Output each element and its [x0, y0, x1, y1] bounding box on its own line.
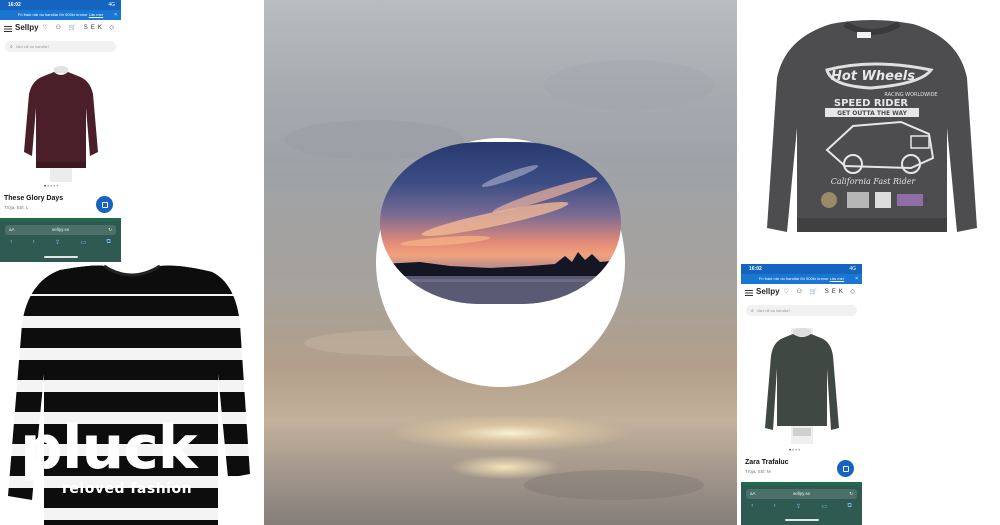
reader-icon[interactable]: aA: [9, 225, 15, 235]
banner-text: Fri frakt när du handlar för 500kr krono…: [758, 276, 829, 281]
safari-toolbar: aA sellpy.se ↻ ‹ › ⇪ ▭ ⧉: [0, 221, 121, 262]
pluck-logo-word: pluck: [20, 413, 198, 483]
address-url[interactable]: sellpy.se: [52, 227, 69, 232]
search-placeholder: Vad vill du handla?: [15, 44, 50, 49]
print-line3: GET OUTTA THE WAY: [837, 110, 907, 117]
grey-top-image[interactable]: [763, 328, 841, 444]
add-to-cart-button[interactable]: [837, 460, 854, 477]
reader-icon[interactable]: aA: [750, 489, 756, 499]
search-input[interactable]: ⌕ Vad vill du handla?: [5, 41, 116, 52]
lake-sunset-photo[interactable]: [380, 142, 621, 304]
banner-text: Fri frakt när du handlar för 500kr krono…: [17, 12, 88, 17]
shoreline-silhouette: [380, 252, 621, 304]
search-input[interactable]: ⌕ Vad vill du handla?: [746, 305, 857, 316]
banner-link[interactable]: Läs mer: [830, 276, 844, 281]
address-url[interactable]: sellpy.se: [793, 491, 810, 496]
tabs-icon[interactable]: ⧉: [106, 239, 110, 246]
menu-icon[interactable]: [4, 26, 12, 32]
sellpy-phone-screenshot-bottom-right: 16:02 4G Fri frakt när du handlar för 50…: [741, 264, 862, 525]
tabs-icon[interactable]: ⧉: [847, 503, 851, 510]
back-icon[interactable]: ‹: [751, 503, 753, 510]
forward-icon[interactable]: ›: [774, 503, 776, 510]
app-header: Sellpy ♡ ⚇ 🛒 SEK ◇: [0, 22, 121, 36]
print-brand-script: Hot Wheels: [831, 69, 915, 84]
home-indicator: [784, 519, 819, 521]
sellpy-logo[interactable]: Sellpy: [15, 23, 39, 32]
close-icon[interactable]: ×: [855, 274, 858, 284]
browser-toolbar-icons: ‹ › ⇪ ▭ ⧉: [741, 503, 862, 510]
home-indicator: [43, 256, 78, 258]
browser-toolbar-icons: ‹ › ⇪ ▭ ⧉: [0, 239, 121, 246]
close-icon[interactable]: ×: [114, 10, 117, 20]
product-title[interactable]: These Glory Days: [4, 195, 63, 202]
address-bar[interactable]: aA sellpy.se ↻: [746, 489, 857, 499]
free-shipping-banner[interactable]: Fri frakt när du handlar för 500kr krono…: [0, 10, 121, 20]
hotwheels-sweatshirt-panel: Hot Wheels RACING WORLDWIDE SPEED RIDER …: [741, 0, 1000, 262]
bookmarks-icon[interactable]: ▭: [80, 239, 86, 246]
menu-icon[interactable]: [745, 290, 753, 296]
back-icon[interactable]: ‹: [10, 239, 12, 246]
signal-icon: 4G: [849, 266, 856, 272]
address-bar[interactable]: aA sellpy.se ↻: [5, 225, 116, 235]
sellpy-logo[interactable]: Sellpy: [756, 287, 780, 296]
pluck-tagline: reloved fashion: [62, 481, 193, 497]
reload-icon[interactable]: ↻: [108, 225, 112, 235]
carousel-dots[interactable]: •••••: [44, 184, 60, 190]
header-icons[interactable]: ♡ ⚇ 🛒 SEK ◇: [783, 288, 858, 295]
share-icon[interactable]: ⇪: [55, 239, 60, 246]
print-line2: SPEED RIDER: [834, 98, 909, 109]
add-to-cart-button[interactable]: [96, 196, 113, 213]
search-icon: ⌕: [751, 308, 754, 314]
sellpy-phone-screenshot-top-left: 16:02 4G Fri frakt när du handlar för 50…: [0, 0, 121, 262]
header-icons[interactable]: ♡ ⚇ 🛒 SEK ◇: [42, 24, 117, 31]
forward-icon[interactable]: ›: [33, 239, 35, 246]
reload-icon[interactable]: ↻: [849, 489, 853, 499]
product-subtitle: Tröja, Strl: L: [4, 205, 29, 210]
search-placeholder: Vad vill du handla?: [756, 308, 791, 313]
bookmarks-icon[interactable]: ▭: [821, 503, 827, 510]
status-time: 16:02: [749, 266, 762, 272]
safari-toolbar: aA sellpy.se ↻ ‹ › ⇪ ▭ ⧉: [741, 485, 862, 525]
status-bar: 16:02 4G: [741, 264, 862, 274]
app-header: Sellpy ♡ ⚇ 🛒 SEK ◇: [741, 286, 862, 300]
status-time: 16:02: [8, 2, 21, 8]
signal-icon: 4G: [108, 2, 115, 8]
banner-link[interactable]: Läs mer: [89, 12, 103, 17]
status-bar: 16:02 4G: [0, 0, 121, 10]
print-script2: California Fast Rider: [831, 177, 917, 186]
free-shipping-banner[interactable]: Fri frakt när du handlar för 500kr krono…: [741, 274, 862, 284]
product-subtitle: Tröja, Strl: M: [745, 469, 771, 474]
burgundy-sweater-image[interactable]: [20, 64, 102, 182]
carousel-dots[interactable]: ••••: [789, 448, 801, 454]
sweatshirt-image[interactable]: Hot Wheels RACING WORLDWIDE SPEED RIDER …: [761, 18, 983, 244]
share-icon[interactable]: ⇪: [796, 503, 801, 510]
search-icon: ⌕: [10, 44, 13, 50]
product-title[interactable]: Zara Trafaluc: [745, 459, 789, 466]
